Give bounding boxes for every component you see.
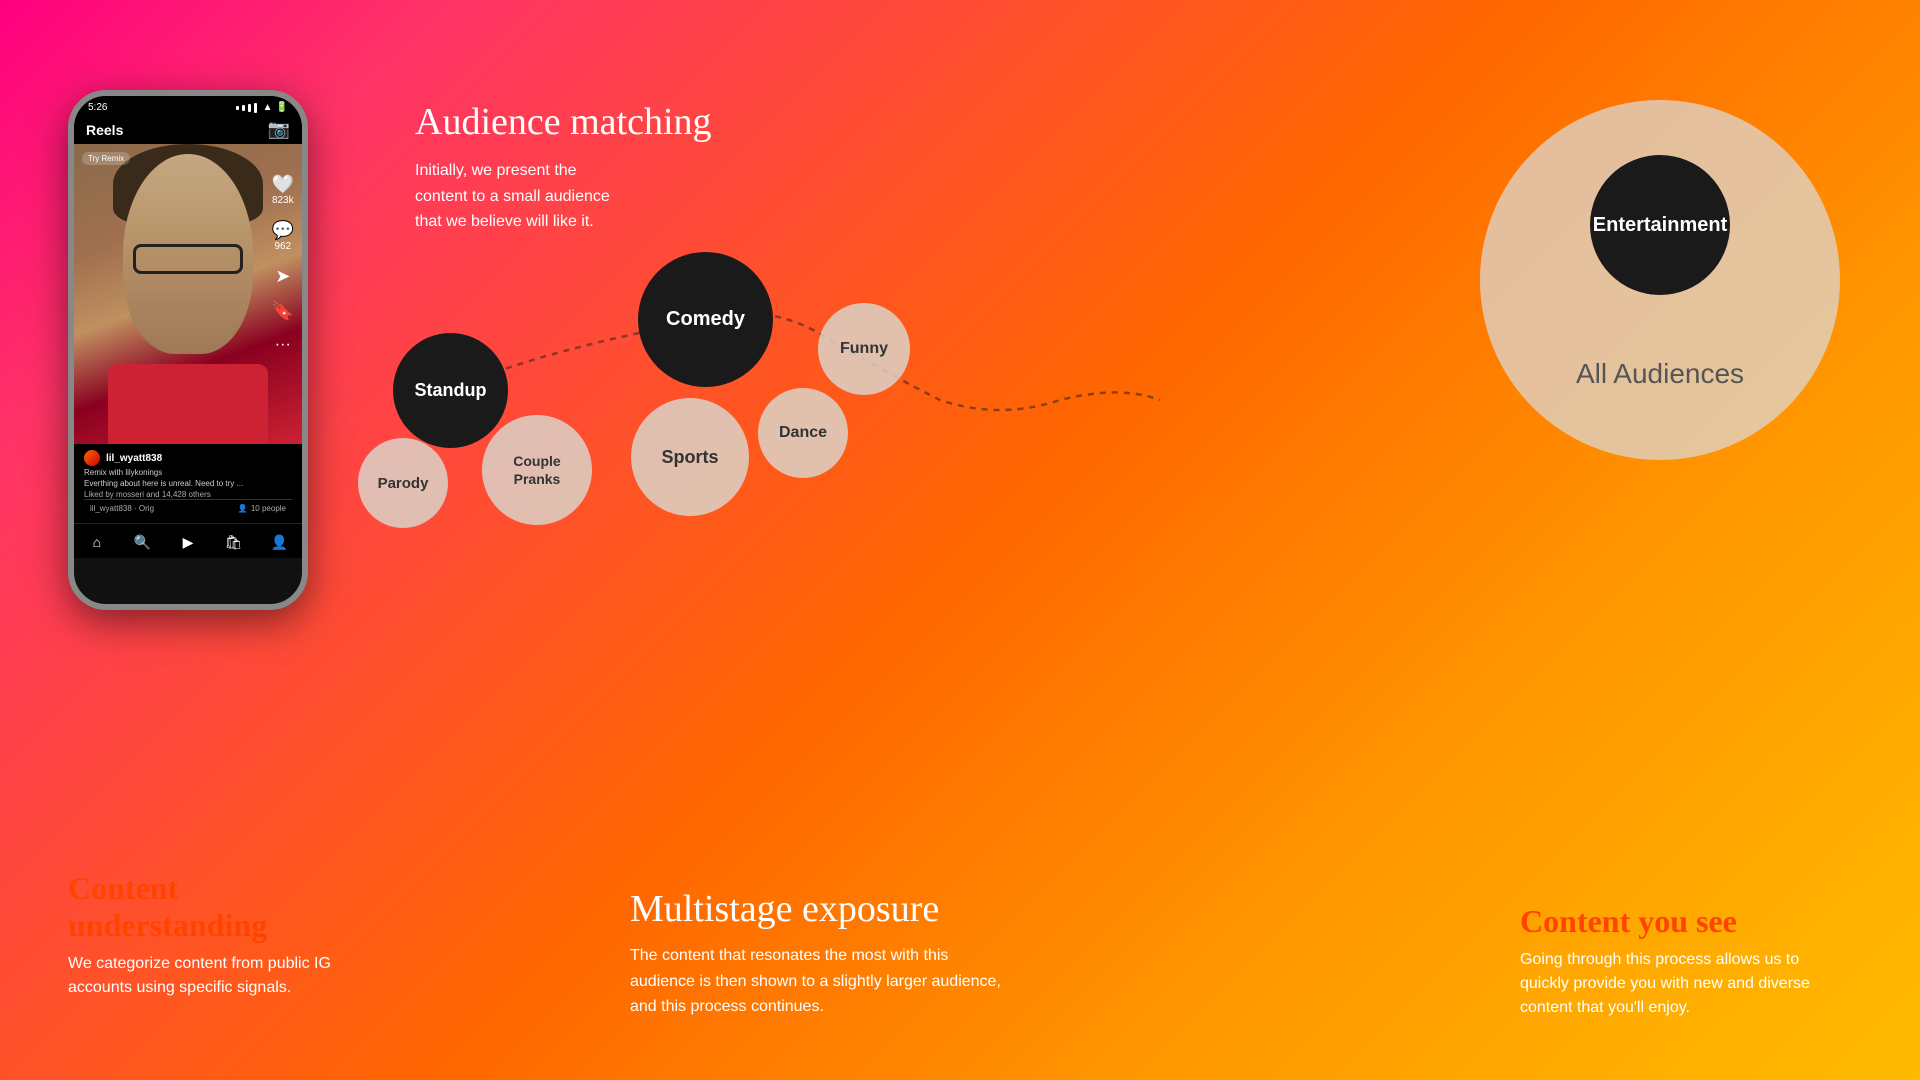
content-understanding-body: We categorize content from public IG acc…	[68, 952, 348, 1000]
standup-bubble: Standup	[393, 333, 508, 448]
username: lil_wyatt838	[106, 453, 162, 464]
audience-matching-title: Audience matching	[415, 100, 712, 144]
entertainment-bubble: Entertainment	[1590, 155, 1730, 295]
bubble-diagram: Standup Comedy Parody Couple Pranks Spor…	[340, 200, 1160, 640]
content-understanding-section: Content understanding We categorize cont…	[68, 870, 348, 1000]
sports-bubble: Sports	[631, 398, 749, 516]
funny-bubble: Funny	[818, 303, 910, 395]
content-you-see-title: Content you see	[1520, 903, 1840, 940]
all-audiences-section: Entertainment All Audiences	[1480, 100, 1840, 460]
remix-label: Remix with lilykonings	[84, 468, 292, 477]
nav-shop-icon[interactable]: 🛍	[224, 532, 244, 552]
nav-home-icon[interactable]: ⌂	[87, 532, 107, 552]
all-audiences-circle: Entertainment All Audiences	[1480, 100, 1840, 460]
phone-action-buttons: 🤍 823k 💬 962 ➤ 🔖 ···	[272, 174, 294, 354]
liked-info: Liked by mosseri and 14,428 others	[84, 490, 292, 499]
dance-bubble: Dance	[758, 388, 848, 478]
multistage-exposure-section: Multistage exposure The content that res…	[630, 887, 1010, 1020]
like-button[interactable]: 🤍 823k	[272, 174, 294, 206]
phone-navigation: ⌂ 🔍 ▶ 🛍 👤	[74, 523, 302, 558]
phone-mockup: 5:26 ▲ 🔋 Reels 📷 Try Remix 🤍	[68, 90, 308, 610]
phone-status-bar: 5:26 ▲ 🔋	[74, 96, 302, 115]
nav-search-icon[interactable]: 🔍	[132, 532, 152, 552]
avatar	[84, 450, 100, 466]
phone-time: 5:26	[88, 102, 107, 113]
content-you-see-section: Content you see Going through this proce…	[1520, 903, 1840, 1020]
bookmark-button[interactable]: 🔖	[272, 301, 294, 322]
phone-footer-info: lil_wyatt838 · Orig 👤 10 people	[84, 499, 292, 517]
all-audiences-label: All Audiences	[1480, 358, 1840, 390]
try-remix-badge[interactable]: Try Remix	[82, 152, 130, 165]
phone-content-image: Try Remix 🤍 823k 💬 962 ➤ 🔖 ···	[74, 144, 302, 444]
couple-pranks-bubble: Couple Pranks	[482, 415, 592, 525]
share-button[interactable]: ➤	[272, 266, 294, 287]
comedy-bubble: Comedy	[638, 252, 773, 387]
nav-reels-icon[interactable]: ▶	[178, 532, 198, 552]
multistage-body: The content that resonates the most with…	[630, 943, 1010, 1020]
content-understanding-title: Content understanding	[68, 870, 348, 944]
description: Everthing about here is unreal. Need to …	[84, 479, 292, 488]
content-you-see-body: Going through this process allows us to …	[1520, 948, 1840, 1020]
more-button[interactable]: ···	[272, 336, 294, 354]
multistage-title: Multistage exposure	[630, 887, 1010, 931]
nav-profile-icon[interactable]: 👤	[269, 532, 289, 552]
phone-bottom-info: lil_wyatt838 Remix with lilykonings Ever…	[74, 444, 302, 523]
phone-header: Reels 📷	[74, 115, 302, 144]
comment-button[interactable]: 💬 962	[272, 220, 294, 252]
reels-label: Reels	[86, 122, 123, 138]
parody-bubble: Parody	[358, 438, 448, 528]
